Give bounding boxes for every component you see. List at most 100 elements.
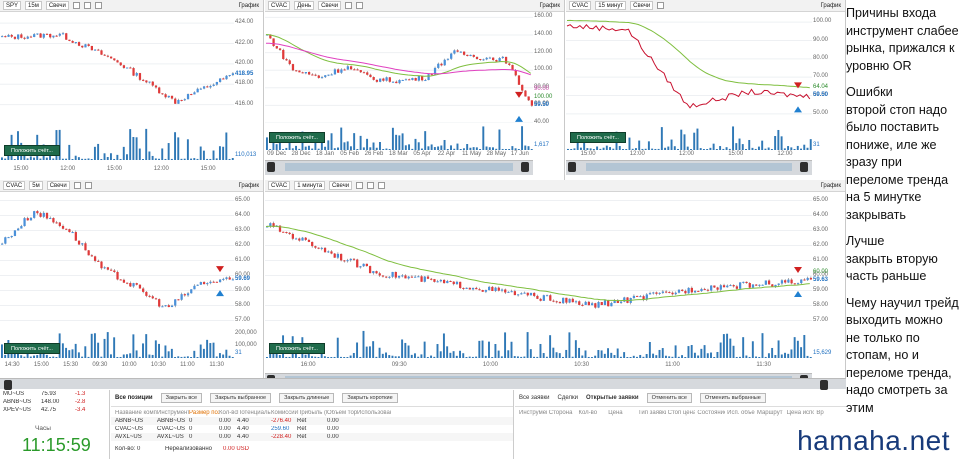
chart-pane-cvac-15m[interactable]: CVAC 15 минут Свечи График 100.00 90.00 80… <box>566 0 846 180</box>
x-tick-label: 12:00 <box>153 166 169 172</box>
close-selected-button[interactable]: Закрыть выбранное <box>210 393 272 403</box>
ticker-field[interactable]: CVAC <box>569 1 592 10</box>
table-row[interactable]: ABNB~US ABNB~US 0 0.00 4.40 -276.40 Ret 0.00 <box>111 417 513 425</box>
column-header[interactable]: Прибыль (Net) <box>297 410 327 416</box>
style-select[interactable]: Свечи <box>45 1 69 10</box>
column-header[interactable]: Использованная <box>357 410 391 416</box>
candle-up <box>619 301 623 303</box>
tool-icon[interactable] <box>73 182 81 189</box>
tool-icon[interactable] <box>356 182 364 189</box>
chart-pane-cvac-5m[interactable]: CVAC 5м Свечи График 65.00 64.00 63.00 62.0… <box>0 180 264 378</box>
column-header[interactable]: Потенциальная <box>237 410 271 416</box>
navigator-handle-right[interactable] <box>800 162 808 172</box>
column-header[interactable]: Инструмент <box>157 410 189 416</box>
watchlist-row[interactable]: XPEV~US 42.75 -3.4 <box>0 406 109 414</box>
close-long-button[interactable]: Закрыть длинные <box>279 393 335 403</box>
navigator-handle-left[interactable] <box>4 380 12 390</box>
candle-up <box>193 92 196 95</box>
table-row[interactable]: CVAC~US CVAC~US 0 0.00 4.40 259.60 Ret 0.00 <box>111 425 513 433</box>
column-header[interactable]: Вр <box>816 410 844 416</box>
position-button[interactable]: Положить счёт... <box>570 132 626 143</box>
interval-select[interactable]: 15 минут <box>595 1 627 10</box>
ticker-field[interactable]: SPY <box>3 1 22 10</box>
chart-pane-cvac-day[interactable]: CVAC День Свечи График 160.00 140.00 120.0… <box>265 0 565 180</box>
volume-bar <box>605 145 608 150</box>
column-header[interactable]: Стоп цена <box>668 410 696 416</box>
volume-bar <box>90 333 93 358</box>
column-header[interactable]: Инструмент <box>519 410 547 416</box>
column-header[interactable]: Сторона <box>549 410 577 416</box>
time-navigator[interactable] <box>265 160 533 175</box>
column-header[interactable]: Размер позиции <box>189 410 219 416</box>
volume-bar <box>196 158 199 160</box>
tool-icon[interactable] <box>657 2 665 9</box>
navigator-handle-left[interactable] <box>568 162 576 172</box>
column-header[interactable]: Тип заявки <box>638 410 666 416</box>
position-button[interactable]: Положить счёт... <box>4 145 60 156</box>
column-header[interactable]: Цена исполнения <box>787 410 815 416</box>
navigator-handle-left[interactable] <box>267 162 275 172</box>
price-plot[interactable] <box>0 13 234 125</box>
column-header[interactable]: Цена <box>608 410 636 416</box>
price-plot[interactable] <box>265 193 812 328</box>
column-header[interactable]: Кол-во <box>578 410 606 416</box>
column-header[interactable]: Исп. объем <box>727 410 755 416</box>
column-header[interactable]: Состояние <box>697 410 725 416</box>
interval-select[interactable]: 15м <box>25 1 42 10</box>
interval-select[interactable]: 1 минута <box>294 181 326 190</box>
volume-bar <box>122 146 125 160</box>
cancel-all-button[interactable]: Отменить все <box>646 393 692 403</box>
time-navigator[interactable] <box>566 160 812 175</box>
volume-bar <box>142 159 144 160</box>
style-select[interactable]: Свечи <box>46 181 70 190</box>
column-header[interactable]: Кол-во <box>219 410 237 416</box>
cursor-icon[interactable] <box>367 182 375 189</box>
price-plot[interactable] <box>566 13 812 123</box>
watchlist-row[interactable]: MU~US 75.93 -1.3 <box>0 390 109 398</box>
tab-trades[interactable]: Сделки <box>558 395 578 401</box>
candle-down <box>311 74 314 76</box>
draw-icon[interactable] <box>94 2 102 9</box>
bottom-navigator[interactable] <box>0 378 846 390</box>
position-button[interactable]: Положить счёт... <box>269 132 325 143</box>
tab-open-orders[interactable]: Открытые заявки <box>586 395 639 401</box>
position-button[interactable]: Положить счёт... <box>269 343 325 354</box>
ticker-field[interactable]: CVAC <box>3 181 26 190</box>
navigator-handle-right[interactable] <box>820 380 828 390</box>
cursor-icon[interactable] <box>83 2 91 9</box>
navigator-handle-right[interactable] <box>521 162 529 172</box>
draw-icon[interactable] <box>378 182 386 189</box>
ticker-field[interactable]: CVAC <box>268 181 291 190</box>
column-header[interactable]: Название компании <box>115 410 157 416</box>
volume-bar <box>647 141 650 150</box>
column-header[interactable]: Объем торгов <box>327 410 357 416</box>
ticker-field[interactable]: CVAC <box>268 1 291 10</box>
volume-bar <box>427 146 430 150</box>
chart-pane-spy[interactable]: SPY 15м Свечи График 424.00 422.00 420.00 4… <box>0 0 264 180</box>
position-button[interactable]: Положить счёт... <box>4 343 60 354</box>
interval-select[interactable]: 5м <box>29 181 43 190</box>
chart-caption: График <box>238 2 260 9</box>
candle-up <box>471 287 475 290</box>
price-plot[interactable] <box>0 193 234 328</box>
candle-down <box>177 299 180 301</box>
tool-icon[interactable] <box>345 2 353 9</box>
tab-all-orders[interactable]: Все заявки <box>519 395 550 401</box>
column-header[interactable]: Комиссии <box>271 410 297 416</box>
table-row[interactable]: AVXL~US AVXL~US 0 0.00 4.40 -228.40 Ret 0.00 <box>111 433 513 441</box>
cancel-selected-button[interactable]: Отменить выбранные <box>699 393 766 403</box>
close-short-button[interactable]: Закрыть короткие <box>342 393 398 403</box>
interval-select[interactable]: День <box>294 1 315 10</box>
style-select[interactable]: Свечи <box>318 1 342 10</box>
chart-pane-cvac-1m[interactable]: CVAC 1 минута Свечи График 65.00 64.00 63.… <box>265 180 846 378</box>
close-all-button[interactable]: Закрыть все <box>160 393 203 403</box>
price-plot[interactable] <box>265 13 533 123</box>
style-select[interactable]: Свечи <box>329 181 353 190</box>
watchlist-row[interactable]: ABNB~US 148.00 -2.8 <box>0 398 109 406</box>
column-header[interactable]: Маршрут <box>757 410 785 416</box>
cursor-icon[interactable] <box>356 2 364 9</box>
style-select[interactable]: Свечи <box>630 1 654 10</box>
volume-bar <box>151 354 154 358</box>
tool-icon[interactable] <box>72 2 80 9</box>
cursor-icon[interactable] <box>84 182 92 189</box>
